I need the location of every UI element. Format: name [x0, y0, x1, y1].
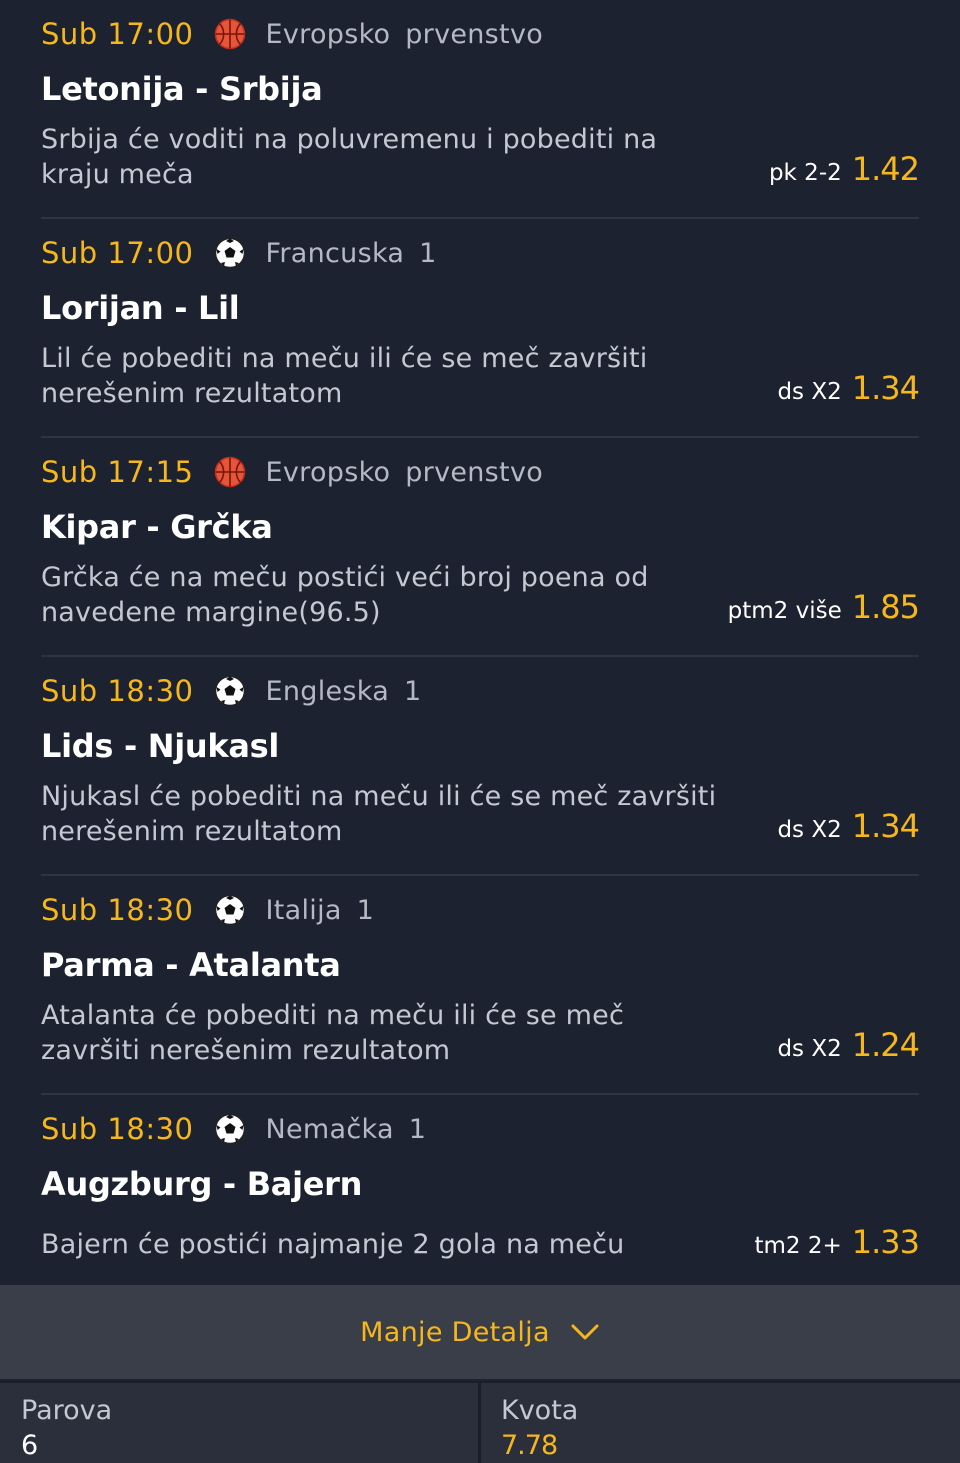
pick-odd: 1.34 — [851, 807, 920, 845]
odds-label: Kvota — [501, 1395, 579, 1426]
match-teams: Parma - Atalanta — [41, 946, 341, 984]
match-pick: ds X2 1.34 — [777, 369, 920, 407]
less-details-button[interactable]: Manje Detalja — [0, 1285, 960, 1379]
pick-odd: 1.42 — [851, 150, 920, 188]
match-league: Evropsko prvenstvo — [265, 18, 544, 50]
match-league: Evropsko prvenstvo — [265, 456, 544, 488]
less-details-label: Manje Detalja — [360, 1316, 550, 1348]
match-header: Sub 17:00 Francuska 1 — [41, 233, 437, 273]
match-league: Nemačka 1 — [265, 1113, 427, 1145]
basketball-icon — [214, 18, 245, 50]
match-description: Bajern će postići najmanje 2 gola na meč… — [41, 1229, 625, 1260]
pick-type: pk 2-2 — [768, 160, 842, 186]
pick-odd: 1.33 — [851, 1223, 920, 1261]
pick-odd: 1.24 — [851, 1026, 920, 1064]
match-league: Engleska 1 — [265, 675, 422, 707]
match-league: Italija 1 — [265, 894, 375, 926]
match-item[interactable]: Sub 18:30 Engleska 1 Lids - Njukasl Njuk… — [41, 657, 920, 876]
match-pick: ptm2 više 1.85 — [727, 588, 920, 626]
pick-odd: 1.34 — [851, 369, 920, 407]
match-item[interactable]: Sub 17:15 Evropsko prvenstvo Kipar - Grč… — [41, 438, 920, 657]
soccer-ball-icon — [214, 894, 245, 926]
pairs-summary: Parova 6 — [0, 1383, 478, 1463]
match-league: Francuska 1 — [265, 237, 437, 269]
match-header: Sub 18:30 Italija 1 — [41, 890, 374, 930]
chevron-down-icon — [571, 1324, 599, 1340]
match-item[interactable]: Sub 17:00 Francuska 1 Lorijan - Lil Lil … — [41, 219, 920, 438]
match-teams: Kipar - Grčka — [41, 508, 273, 546]
match-time: Sub 18:30 — [41, 1112, 194, 1146]
match-teams: Letonija - Srbija — [41, 70, 323, 108]
match-item[interactable]: Sub 18:30 Nemačka 1 Augzburg - Bajern Ba… — [41, 1095, 920, 1283]
match-item[interactable]: Sub 17:00 Evropsko prvenstvo Letonija - … — [41, 0, 920, 219]
match-item[interactable]: Sub 18:30 Italija 1 Parma - Atalanta Ata… — [41, 876, 920, 1095]
pick-type: ds X2 — [777, 379, 842, 405]
match-header: Sub 18:30 Engleska 1 — [41, 671, 421, 711]
match-header: Sub 18:30 Nemačka 1 — [41, 1109, 426, 1149]
match-description: Lil će pobediti na meču ili će se meč za… — [41, 343, 648, 409]
pick-type: ds X2 — [777, 817, 842, 843]
ticket-summary: Parova 6 Kvota 7.78 — [0, 1381, 960, 1463]
pick-type: ptm2 više — [727, 598, 842, 624]
pairs-label: Parova — [21, 1395, 113, 1426]
pick-odd: 1.85 — [851, 588, 920, 626]
pick-type: tm2 2+ — [754, 1233, 842, 1259]
match-teams: Lids - Njukasl — [41, 727, 280, 765]
soccer-ball-icon — [214, 237, 245, 269]
odds-summary: Kvota 7.78 — [480, 1383, 960, 1463]
match-pick: pk 2-2 1.42 — [768, 150, 920, 188]
match-header: Sub 17:15 Evropsko prvenstvo — [41, 452, 543, 492]
match-description: Njukasl će pobediti na meču ili će se me… — [41, 781, 717, 847]
match-time: Sub 17:00 — [41, 17, 194, 51]
match-time: Sub 18:30 — [41, 893, 194, 927]
pick-type: ds X2 — [777, 1036, 842, 1062]
match-pick: tm2 2+ 1.33 — [754, 1223, 920, 1261]
match-time: Sub 17:00 — [41, 236, 194, 270]
pairs-value: 6 — [21, 1430, 39, 1461]
match-pick: ds X2 1.34 — [777, 807, 920, 845]
match-time: Sub 17:15 — [41, 455, 194, 489]
soccer-ball-icon — [214, 1113, 245, 1145]
odds-value: 7.78 — [501, 1430, 558, 1461]
match-description: Atalanta će pobediti na meču ili će se m… — [41, 1000, 624, 1066]
match-pick: ds X2 1.24 — [777, 1026, 920, 1064]
match-teams: Augzburg - Bajern — [41, 1165, 363, 1203]
match-teams: Lorijan - Lil — [41, 289, 240, 327]
ticket-match-list: Sub 17:00 Evropsko prvenstvo Letonija - … — [0, 0, 960, 1283]
match-description: Srbija će voditi na poluvremenu i pobedi… — [41, 124, 658, 190]
match-description: Grčka će na meču postići veći broj poena… — [41, 562, 649, 628]
basketball-icon — [214, 456, 245, 488]
match-time: Sub 18:30 — [41, 674, 194, 708]
soccer-ball-icon — [214, 675, 245, 707]
match-header: Sub 17:00 Evropsko prvenstvo — [41, 14, 543, 54]
